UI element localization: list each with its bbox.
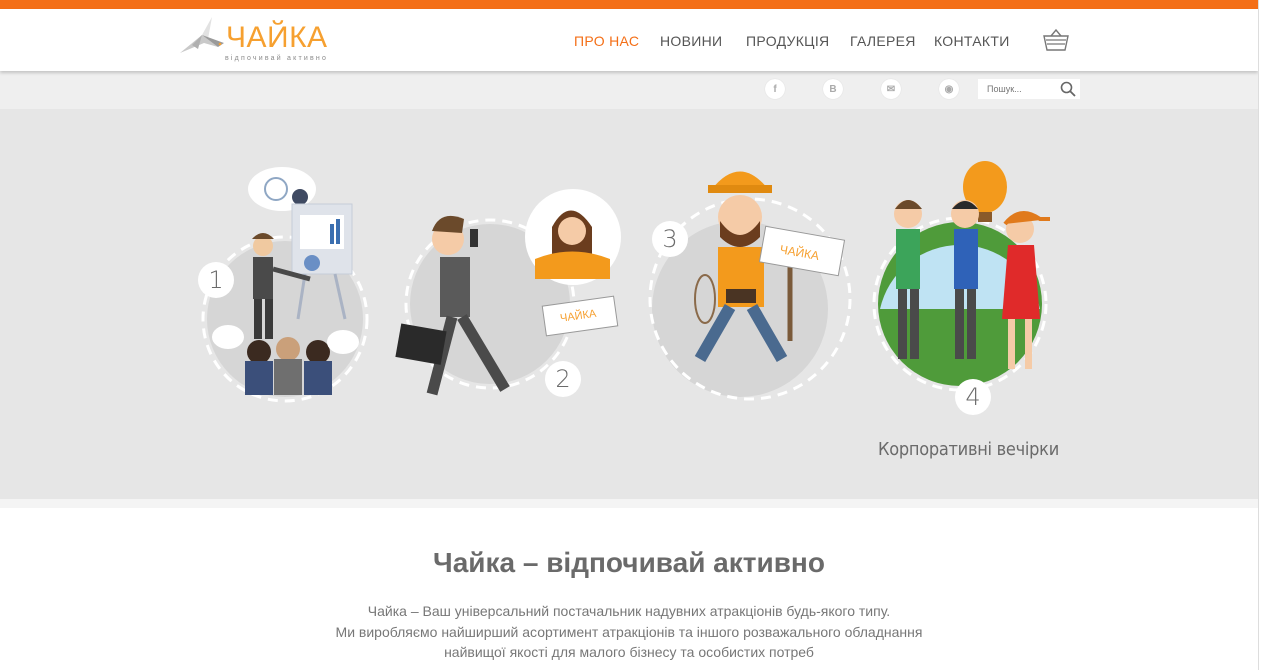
step-4-illustration bbox=[872, 161, 1050, 392]
logo-tagline: відпочивай активно bbox=[225, 55, 329, 62]
hero-illustration: ЧАЙКА ЧАЙКА bbox=[201, 161, 1050, 403]
step-4-caption: Корпоративні вечірки bbox=[878, 439, 1059, 460]
facebook-icon[interactable]: f bbox=[765, 79, 785, 99]
site-logo[interactable]: ЧАЙКА відпочивай активно bbox=[178, 13, 338, 65]
hero-banner: ЧАЙКА ЧАЙКА 1 2 3 4 Корпоративні вечірки bbox=[0, 109, 1258, 499]
social-search-bar: f В ✉ ◉ bbox=[0, 71, 1258, 109]
hero-bottom-strip bbox=[0, 499, 1258, 508]
intro-line-3: найвищої якості для малого бізнесу та ос… bbox=[444, 644, 814, 660]
top-accent-bar bbox=[0, 0, 1263, 9]
nav-about[interactable]: ПРО НАС bbox=[574, 33, 639, 49]
seagull-logo-icon bbox=[180, 17, 224, 53]
intro-title: Чайка – відпочивай активно bbox=[433, 547, 825, 578]
nav-contacts[interactable]: КОНТАКТИ bbox=[934, 33, 1010, 49]
rss-icon[interactable]: ◉ bbox=[939, 79, 959, 99]
intro-line-2: Ми виробляємо найширший асортимент атрак… bbox=[335, 624, 923, 640]
search-box bbox=[978, 79, 1080, 99]
step-3-number: 3 bbox=[652, 221, 688, 257]
mail-icon[interactable]: ✉ bbox=[881, 79, 901, 99]
nav-news[interactable]: НОВИНИ bbox=[660, 33, 722, 49]
logo-wordmark: ЧАЙКА bbox=[226, 21, 328, 54]
site-header: ЧАЙКА відпочивай активно ПРО НАС НОВИНИ … bbox=[0, 9, 1258, 71]
intro-line-1: Чайка – Ваш універсальний постачальник н… bbox=[367, 603, 891, 619]
nav-gallery[interactable]: ГАЛЕРЕЯ bbox=[850, 33, 916, 49]
step-3-illustration: ЧАЙКА bbox=[648, 171, 852, 401]
cart-icon[interactable] bbox=[1042, 27, 1070, 53]
page-scroll-edge bbox=[1258, 0, 1263, 670]
nav-products[interactable]: ПРОДУКЦІЯ bbox=[746, 33, 829, 49]
search-icon[interactable] bbox=[1060, 81, 1076, 97]
step-2-number: 2 bbox=[545, 361, 581, 397]
step-2-illustration: ЧАЙКА bbox=[395, 189, 621, 396]
vk-icon[interactable]: В bbox=[823, 79, 843, 99]
search-input[interactable] bbox=[978, 79, 1058, 99]
step-4-number: 4 bbox=[955, 379, 991, 415]
step-1-number: 1 bbox=[198, 262, 234, 298]
